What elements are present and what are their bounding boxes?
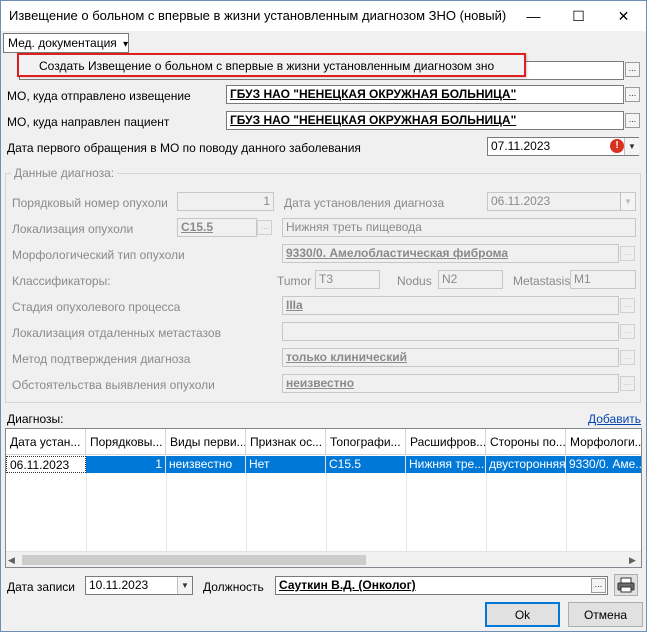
table-cell[interactable]: неизвестно [166, 456, 246, 473]
mo-patient-dots-button[interactable]: ... [625, 113, 640, 128]
record-date-value: 10.11.2023 [89, 578, 149, 592]
column-header[interactable]: Стороны по... [486, 429, 566, 455]
position-field[interactable]: Сауткин В.Д. (Онколог) [275, 576, 608, 595]
circumstances-label: Обстоятельства выявления опухоли [12, 378, 215, 392]
grid-line [246, 473, 247, 551]
hidden-top-field-dots-button[interactable]: ... [625, 62, 640, 77]
record-date-dropdown-arrow[interactable]: ▼ [177, 577, 192, 594]
tumor-label: Tumor [277, 274, 312, 288]
classifiers-label: Классификаторы: [12, 274, 111, 288]
localization-text-field: Нижняя треть пищевода [282, 218, 636, 237]
table-cell[interactable]: двусторонняя [486, 456, 566, 473]
printer-icon[interactable] [614, 574, 638, 596]
column-header[interactable]: Расшифров... [406, 429, 486, 455]
mo-patient-label: МО, куда направлен пациент [7, 115, 170, 129]
nodus-label: Nodus [397, 274, 432, 288]
table-cell[interactable]: 9330/0. Аме... [566, 456, 641, 473]
diagnoses-label: Диагнозы: [7, 412, 64, 426]
stage-dots-button: ... [620, 298, 635, 313]
nodus-field: N2 [438, 270, 503, 289]
minimize-button[interactable]: — [511, 1, 556, 31]
grid-line [86, 473, 87, 551]
maximize-button[interactable]: ☐ [556, 1, 601, 31]
table-cell[interactable]: 06.11.2023 [6, 456, 86, 473]
close-button[interactable]: ✕ [601, 1, 646, 31]
chevron-down-icon: ▾ [123, 39, 129, 50]
diag-date-dropdown-arrow: ▼ [620, 193, 635, 210]
grid-line [326, 473, 327, 551]
cancel-button[interactable]: Отмена [568, 602, 643, 627]
dialog-window: Извещение о больном с впервые в жизни ус… [0, 0, 647, 632]
mo-sent-dots-button[interactable]: ... [625, 87, 640, 102]
tumor-number-field: 1 [177, 192, 274, 211]
create-notice-menu-label: Создать Извещение о больном с впервые в … [39, 59, 495, 73]
tumor-number-label: Порядковый номер опухоли [12, 196, 168, 210]
method-field: только клинический [282, 348, 619, 367]
grid-line [406, 473, 407, 551]
warning-icon: ! [610, 139, 624, 153]
column-header[interactable]: Топографи... [326, 429, 406, 455]
diag-date-label: Дата установления диагноза [284, 196, 445, 210]
grid-line [166, 473, 167, 551]
scroll-left-icon[interactable]: ◀ [8, 555, 15, 566]
stage-label: Стадия опухолевого процесса [12, 300, 181, 314]
distant-metastases-dots-button: ... [620, 324, 635, 339]
table-cell[interactable]: Нет [246, 456, 326, 473]
mo-sent-field[interactable]: ГБУЗ НАО "НЕНЕЦКАЯ ОКРУЖНАЯ БОЛЬНИЦА" [226, 85, 624, 104]
horizontal-scrollbar[interactable]: ◀ ▶ [6, 551, 641, 567]
circumstances-field: неизвестно [282, 374, 619, 393]
position-dots-button[interactable]: ... [591, 578, 606, 593]
first-visit-dropdown-arrow[interactable]: ▼ [624, 138, 639, 155]
first-visit-date-value: 07.11.2023 [491, 139, 551, 153]
table-row[interactable]: 06.11.2023 1 неизвестно Нет C15.5 Нижняя… [6, 456, 641, 473]
first-visit-label: Дата первого обращения в МО по поводу да… [7, 141, 361, 155]
morph-label: Морфологический тип опухоли [12, 248, 185, 262]
localization-code-dots-button: ... [257, 220, 272, 235]
metastasis-field: M1 [570, 270, 636, 289]
title-bar: Извещение о больном с впервые в жизни ус… [1, 1, 646, 31]
grid-line [566, 473, 567, 551]
position-label: Должность [203, 580, 264, 594]
distant-metastases-label: Локализация отдаленных метастазов [12, 326, 221, 340]
circumstances-dots-button: ... [620, 376, 635, 391]
diagnosis-data-group-title: Данные диагноза: [11, 166, 118, 180]
table-cell[interactable]: 1 [86, 456, 166, 473]
localization-code-field: C15.5 [177, 218, 257, 237]
column-header[interactable]: Дата устан... [6, 429, 86, 455]
grid-line [486, 473, 487, 551]
diag-date-field: 06.11.2023 [487, 192, 636, 211]
table-cell[interactable]: C15.5 [326, 456, 406, 473]
tumor-field: T3 [315, 270, 380, 289]
mo-sent-label: МО, куда отправлено извещение [7, 89, 191, 103]
method-label: Метод подтверждения диагноза [12, 352, 191, 366]
localization-label: Локализация опухоли [12, 222, 134, 236]
med-docs-menu-button[interactable]: Мед. документация ▾ [3, 33, 129, 53]
morph-dots-button: ... [620, 246, 635, 261]
diagnoses-grid-header: Дата устан... Порядковы... Виды перви...… [6, 429, 641, 455]
column-header[interactable]: Порядковы... [86, 429, 166, 455]
create-notice-menu-item[interactable]: Создать Извещение о больном с впервые в … [17, 53, 526, 77]
add-diagnosis-link[interactable]: Добавить [588, 412, 641, 426]
morph-field: 9330/0. Амелобластическая фиброма [282, 244, 619, 263]
table-cell[interactable]: Нижняя тре... [406, 456, 486, 473]
mo-patient-field[interactable]: ГБУЗ НАО "НЕНЕЦКАЯ ОКРУЖНАЯ БОЛЬНИЦА" [226, 111, 624, 130]
column-header[interactable]: Морфологи... [566, 429, 641, 455]
window-title: Извещение о больном с впервые в жизни ус… [9, 8, 507, 23]
column-header[interactable]: Признак ос... [246, 429, 326, 455]
record-date-label: Дата записи [7, 580, 75, 594]
method-dots-button: ... [620, 350, 635, 365]
distant-metastases-field [282, 322, 619, 341]
scroll-right-icon[interactable]: ▶ [629, 555, 636, 566]
med-docs-menu-label: Мед. документация [8, 36, 117, 50]
diag-date-value: 06.11.2023 [491, 194, 551, 208]
metastasis-label: Metastasis [513, 274, 571, 288]
scrollbar-thumb[interactable] [22, 555, 366, 565]
stage-field: IIIa [282, 296, 619, 315]
column-header[interactable]: Виды перви... [166, 429, 246, 455]
ok-button[interactable]: Ok [485, 602, 560, 627]
